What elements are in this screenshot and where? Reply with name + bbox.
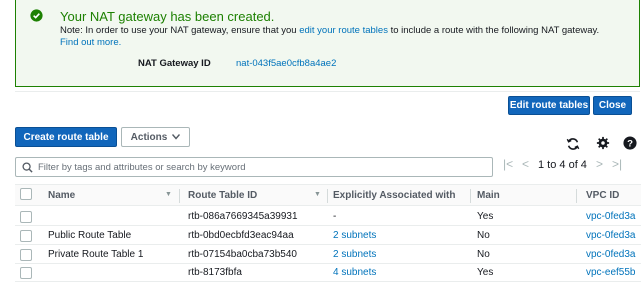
row-associated-link[interactable]: 4 subnets bbox=[333, 267, 376, 278]
column-header-route-table-id[interactable]: Route Table ID bbox=[188, 190, 257, 201]
actions-menu-button[interactable]: Actions bbox=[121, 127, 190, 147]
row-checkbox[interactable] bbox=[20, 267, 32, 279]
caret-down-icon bbox=[172, 134, 181, 140]
row-name: Private Route Table 1 bbox=[48, 249, 144, 260]
row-vpc-link[interactable]: vpc-0fed3a bbox=[586, 249, 635, 260]
find-out-more-link[interactable]: Find out more. bbox=[60, 37, 121, 48]
banner-note-prefix: Note: In order to use your NAT gateway, … bbox=[60, 25, 297, 36]
column-header-vpc-id[interactable]: VPC ID bbox=[586, 190, 619, 201]
sort-icon[interactable]: ▼ bbox=[314, 191, 321, 198]
close-button[interactable]: Close bbox=[593, 96, 632, 115]
search-icon bbox=[22, 162, 33, 173]
column-divider bbox=[327, 189, 328, 203]
column-divider bbox=[576, 189, 577, 203]
refresh-icon[interactable] bbox=[566, 137, 580, 151]
row-main: No bbox=[477, 249, 490, 260]
column-header-associated[interactable]: Explicitly Associated with bbox=[333, 190, 455, 201]
row-associated: - bbox=[333, 211, 337, 222]
filter-input[interactable] bbox=[38, 160, 478, 174]
pagination-range: 1 to 4 of 4 bbox=[538, 159, 587, 171]
next-page-icon[interactable]: > bbox=[596, 157, 603, 171]
column-divider bbox=[470, 189, 471, 203]
table-row[interactable]: rtb-8173fbfa 4 subnets Yes vpc-eef55b bbox=[15, 264, 641, 282]
edit-route-tables-button[interactable]: Edit route tables bbox=[508, 96, 590, 115]
row-associated-link[interactable]: 2 subnets bbox=[333, 230, 376, 241]
nat-gateway-id-link[interactable]: nat-043f5ae0cfb8a4ae2 bbox=[236, 58, 336, 69]
row-route-table-id: rtb-0bd0ecbfd3eac94aa bbox=[188, 230, 294, 241]
row-main: Yes bbox=[477, 267, 494, 278]
create-route-table-button[interactable]: Create route table bbox=[15, 127, 117, 147]
row-vpc-link[interactable]: vpc-eef55b bbox=[586, 267, 635, 278]
gear-icon[interactable] bbox=[596, 136, 610, 150]
select-all-checkbox[interactable] bbox=[20, 188, 32, 200]
table-row[interactable]: rtb-086a7669345a39931 - Yes vpc-0fed3a bbox=[15, 208, 641, 226]
success-check-icon bbox=[30, 9, 43, 22]
row-main: Yes bbox=[477, 211, 494, 222]
banner-title: Your NAT gateway has been created. bbox=[60, 9, 275, 24]
sort-icon[interactable]: ▼ bbox=[165, 191, 172, 198]
row-route-table-id: rtb-07154ba0cba73b540 bbox=[188, 249, 297, 260]
column-header-main[interactable]: Main bbox=[477, 190, 500, 201]
table-header: Name ▼ Route Table ID ▼ Explicitly Assoc… bbox=[15, 184, 641, 206]
filter-box bbox=[15, 157, 493, 177]
row-route-table-id: rtb-086a7669345a39931 bbox=[188, 211, 298, 222]
row-checkbox[interactable] bbox=[20, 249, 32, 261]
table-row[interactable]: Public Route Table rtb-0bd0ecbfd3eac94aa… bbox=[15, 227, 641, 245]
column-header-name[interactable]: Name bbox=[48, 190, 75, 201]
nat-gateway-id-label: NAT Gateway ID bbox=[138, 58, 211, 69]
prev-page-icon[interactable]: < bbox=[522, 157, 529, 171]
first-page-icon[interactable]: |< bbox=[503, 157, 513, 171]
table-row[interactable]: Private Route Table 1 rtb-07154ba0cba73b… bbox=[15, 246, 641, 264]
last-page-icon[interactable]: >| bbox=[612, 157, 622, 171]
row-route-table-id: rtb-8173fbfa bbox=[188, 267, 242, 278]
actions-menu-label: Actions bbox=[130, 131, 168, 143]
divider bbox=[15, 91, 640, 92]
row-vpc-link[interactable]: vpc-0fed3a bbox=[586, 211, 635, 222]
row-checkbox[interactable] bbox=[20, 230, 32, 242]
column-divider bbox=[179, 189, 180, 203]
row-main: No bbox=[477, 230, 490, 241]
svg-text:?: ? bbox=[627, 139, 633, 150]
row-checkbox[interactable] bbox=[20, 211, 32, 223]
row-vpc-link[interactable]: vpc-0fed3a bbox=[586, 230, 635, 241]
help-icon[interactable]: ? bbox=[623, 136, 637, 150]
edit-route-tables-link[interactable]: edit your route tables bbox=[299, 25, 388, 36]
banner-note: Note: In order to use your NAT gateway, … bbox=[60, 25, 599, 36]
row-name: Public Route Table bbox=[48, 230, 132, 241]
success-banner: Your NAT gateway has been created. Note:… bbox=[15, 0, 640, 87]
banner-note-suffix: to include a route with the following NA… bbox=[390, 25, 600, 36]
row-associated-link[interactable]: 2 subnets bbox=[333, 249, 376, 260]
